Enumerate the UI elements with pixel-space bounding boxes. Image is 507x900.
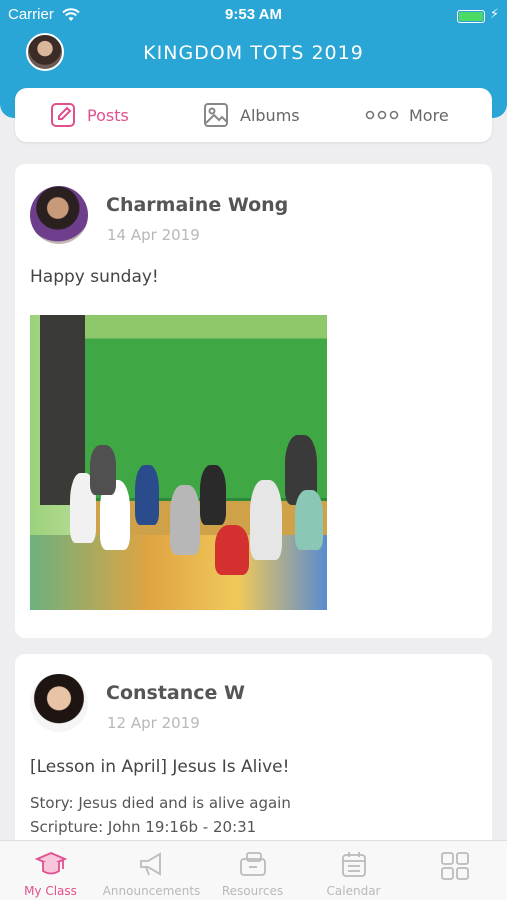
nav-label: My Class: [24, 884, 77, 898]
tab-more-label: More: [409, 105, 449, 125]
nav-my-class[interactable]: My Class: [0, 841, 101, 900]
tab-more[interactable]: More: [365, 88, 449, 142]
calendar-icon: [341, 852, 366, 877]
tab-albums-label: Albums: [240, 105, 300, 125]
author-avatar[interactable]: [30, 674, 88, 732]
post-date: 12 Apr 2019: [107, 714, 200, 732]
post-text: Happy sunday!: [30, 267, 159, 287]
post-photo[interactable]: [30, 315, 327, 610]
post-line: Scripture: John 19:16b - 20:31: [30, 818, 257, 836]
tab-albums[interactable]: Albums: [202, 88, 300, 142]
post-card[interactable]: Constance W 12 Apr 2019 [Lesson in April…: [15, 654, 492, 854]
edit-icon: [51, 103, 75, 127]
charging-icon: ⚡: [489, 7, 499, 22]
resources-icon: [239, 852, 266, 876]
apps-grid-icon: [440, 852, 469, 880]
nav-calendar[interactable]: Calendar: [303, 841, 404, 900]
page-title: KINGDOM TOTS 2019: [143, 42, 364, 64]
dots-icon: [365, 110, 399, 120]
megaphone-icon: [139, 852, 161, 876]
author-avatar[interactable]: [30, 186, 88, 244]
nav-label: Announcements: [102, 884, 201, 898]
nav-announcements[interactable]: Announcements: [101, 841, 202, 900]
bottom-nav: My Class Announcements Resources Calenda…: [0, 840, 507, 900]
clock: 9:53 AM: [225, 6, 282, 23]
nav-label: Calendar: [326, 884, 381, 898]
tab-posts[interactable]: Posts: [49, 88, 129, 142]
author-name[interactable]: Constance W: [106, 682, 245, 704]
nav-apps[interactable]: [404, 841, 505, 900]
tab-bar: Posts Albums More: [15, 88, 492, 142]
nav-label: Resources: [221, 884, 284, 898]
post-card[interactable]: Charmaine Wong 14 Apr 2019 Happy sunday!: [15, 164, 492, 638]
tab-posts-label: Posts: [87, 105, 129, 125]
image-icon: [204, 103, 228, 127]
author-name[interactable]: Charmaine Wong: [106, 194, 288, 216]
status-bar: Carrier 9:53 AM ⚡: [0, 4, 507, 26]
battery-icon: [457, 10, 485, 23]
post-date: 14 Apr 2019: [107, 226, 200, 244]
post-title: [Lesson in April] Jesus Is Alive!: [30, 757, 290, 777]
post-line: Story: Jesus died and is alive again: [30, 794, 291, 812]
graduation-cap-icon: [34, 852, 67, 875]
nav-resources[interactable]: Resources: [202, 841, 303, 900]
